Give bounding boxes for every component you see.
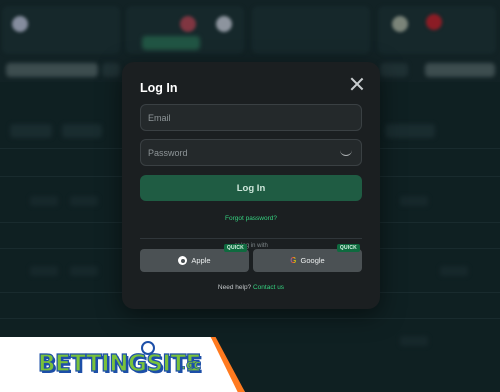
close-icon[interactable]: [350, 77, 364, 91]
google-label: Google: [300, 256, 325, 265]
password-field[interactable]: [140, 139, 362, 166]
email-input[interactable]: [148, 112, 354, 123]
google-icon: G: [290, 256, 297, 265]
quick-badge: QUICK: [223, 244, 247, 252]
logo-suffix: .cc: [181, 358, 202, 374]
login-button[interactable]: Log In: [140, 175, 362, 201]
logo-text: BETTINGSITE: [37, 350, 202, 377]
quick-badge: QUICK: [336, 244, 360, 252]
help-text: Need help?: [217, 284, 252, 291]
apple-login-button[interactable]: Apple QUICK: [140, 244, 249, 272]
apple-icon: [178, 256, 188, 265]
site-logo: BETTINGSITE .cc: [0, 337, 245, 392]
modal-title: Log In: [140, 81, 178, 95]
login-modal: Log In Log In Forgot password? or log in…: [122, 62, 380, 309]
soccer-ball-icon: [141, 341, 155, 355]
forgot-password-link[interactable]: Forgot password?: [122, 215, 380, 222]
password-input[interactable]: [148, 147, 354, 158]
help-text-row: Need help? Contact us: [122, 284, 380, 291]
google-login-button[interactable]: G Google QUICK: [253, 244, 362, 272]
apple-label: Apple: [191, 256, 211, 265]
email-field[interactable]: [140, 104, 362, 131]
contact-us-link[interactable]: Contact us: [253, 284, 284, 291]
